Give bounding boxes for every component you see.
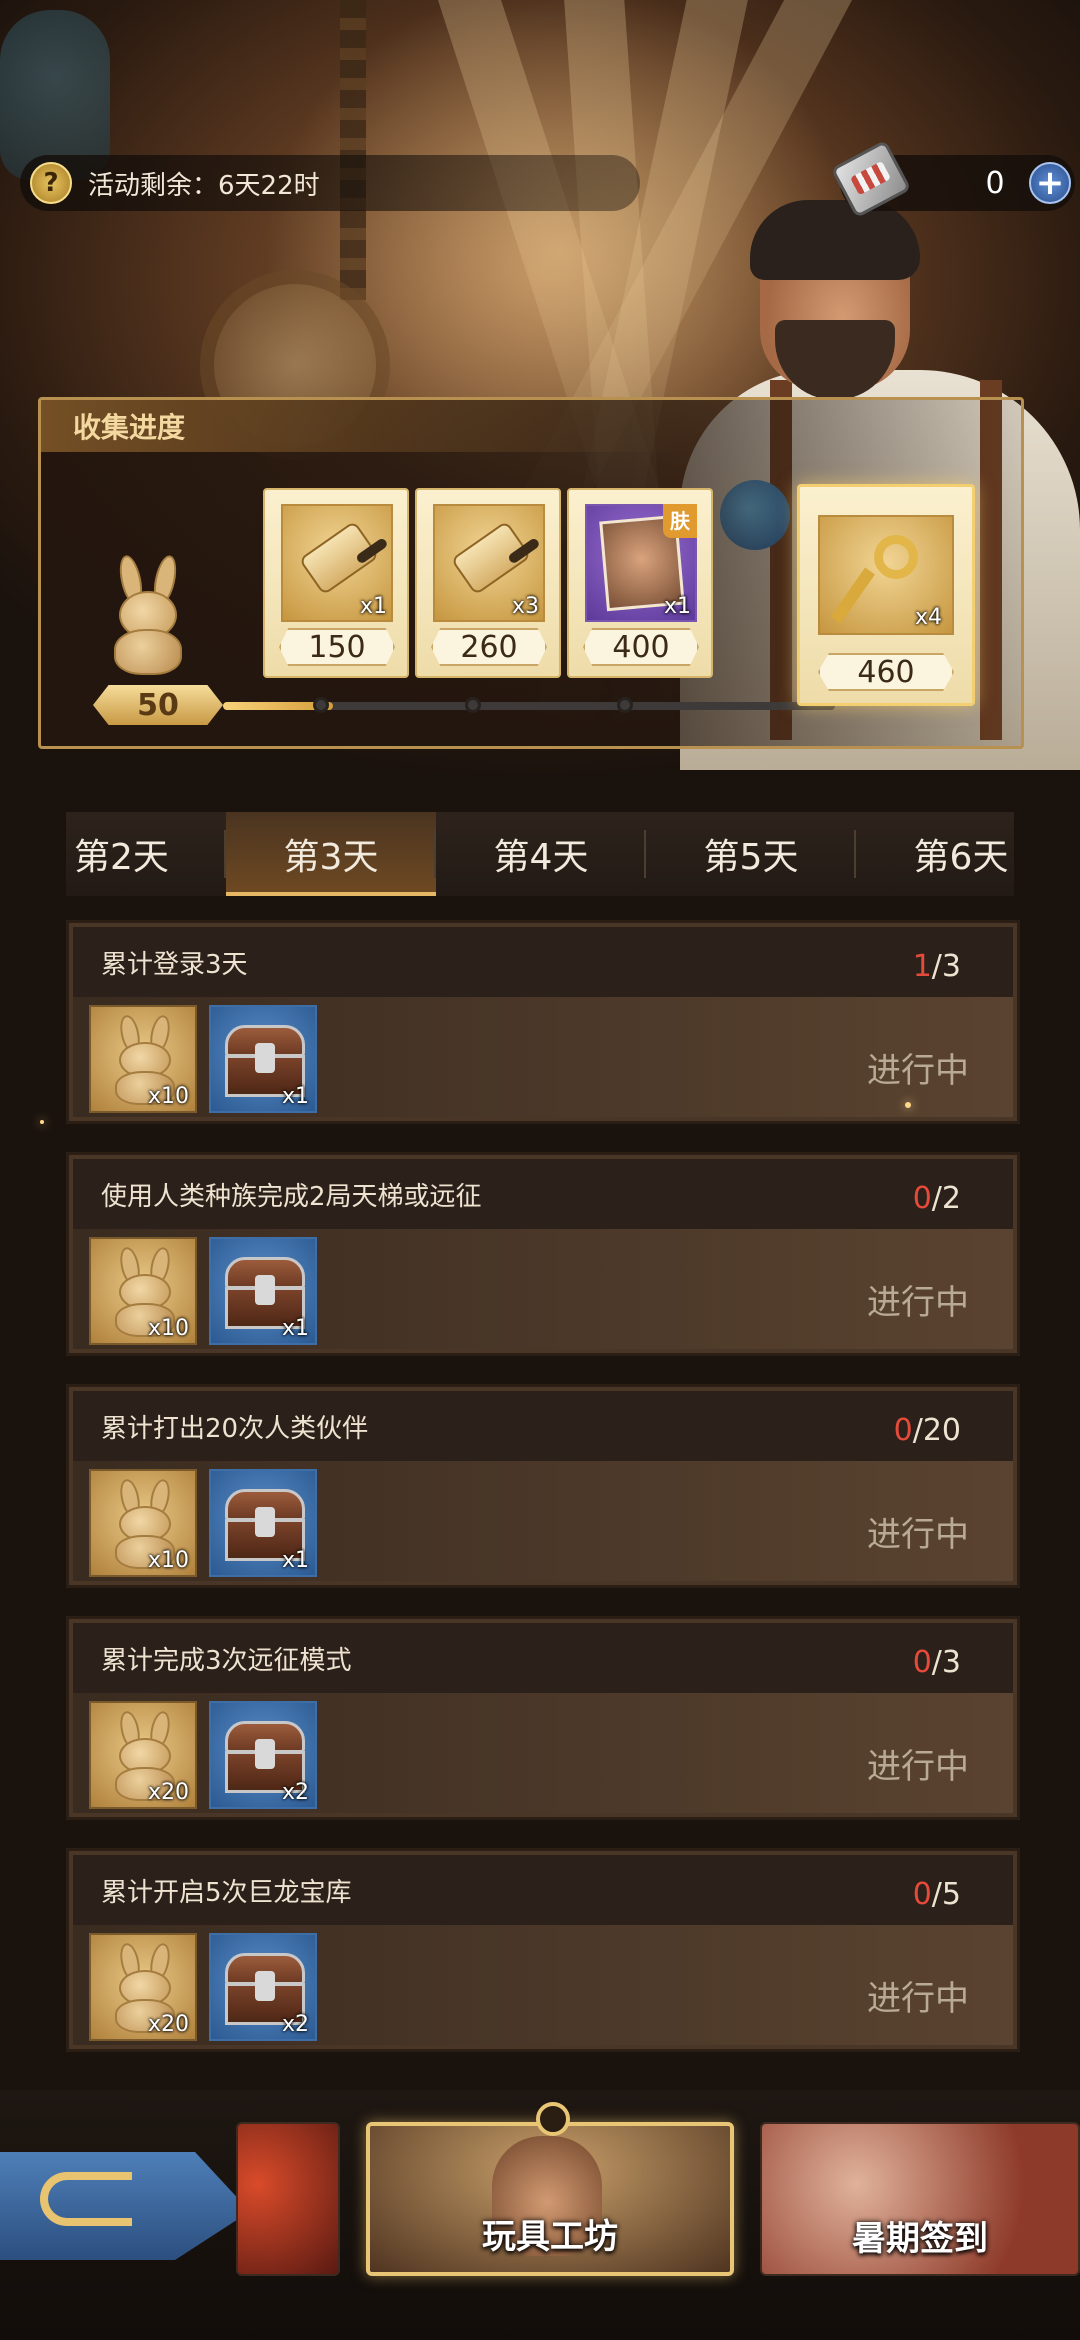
nav-label-summer-checkin: 暑期签到 xyxy=(852,2219,988,2259)
nav-card-previous-event[interactable] xyxy=(236,2122,340,2276)
task-title: 使用人类种族完成2局天梯或远征 xyxy=(101,1181,482,1212)
task-progress: 0/20 xyxy=(893,1413,961,1448)
golden-key-icon xyxy=(830,535,924,624)
tab-day-3[interactable]: 第3天 xyxy=(226,812,436,896)
reward-chest-item[interactable]: x1 xyxy=(209,1469,317,1577)
scroll-icon xyxy=(450,520,532,596)
collection-title: 收集进度 xyxy=(73,411,186,444)
reward-chest-item[interactable]: x1 xyxy=(209,1237,317,1345)
nav-card-toy-workshop[interactable]: 玩具工坊 xyxy=(366,2122,734,2276)
milestone-dot xyxy=(313,697,329,713)
reward-quantity: x1 xyxy=(663,594,691,619)
sparkle-decoration xyxy=(40,1120,44,1124)
task-progress: 0/5 xyxy=(912,1877,961,1912)
item-count: x2 xyxy=(281,2012,309,2037)
reward-quantity: x4 xyxy=(914,605,942,630)
nav-card-summer-checkin[interactable]: 暑期签到 xyxy=(760,2122,1080,2276)
reward-threshold: 400 xyxy=(583,628,699,666)
reward-rabbit-item[interactable]: x10 xyxy=(89,1469,197,1577)
milestone-dot xyxy=(617,697,633,713)
task-status: 进行中 xyxy=(867,1747,969,1787)
task-title: 累计登录3天 xyxy=(101,949,248,980)
task-progress: 0/2 xyxy=(912,1181,961,1216)
item-count: x10 xyxy=(147,1316,189,1341)
bottom-nav: 玩具工坊 暑期签到 xyxy=(0,2090,1080,2340)
item-count: x10 xyxy=(147,1084,189,1109)
task-title: 累计开启5次巨龙宝库 xyxy=(101,1877,352,1908)
task-item: 使用人类种族完成2局天梯或远征 0/2 x10 x1 进行中 xyxy=(66,1152,1020,1356)
tab-day-4[interactable]: 第4天 xyxy=(436,812,646,896)
collection-progress-bar xyxy=(223,697,835,713)
milestone-reward-460[interactable]: x4 460 xyxy=(797,484,975,706)
task-status: 进行中 xyxy=(867,1283,969,1323)
milestone-dot xyxy=(465,697,481,713)
day-tabs: 第2天 第3天 第4天 第5天 第6天 xyxy=(66,812,1014,896)
reward-rabbit-item[interactable]: x20 xyxy=(89,1933,197,2041)
help-icon[interactable]: ? xyxy=(30,162,72,204)
task-status: 进行中 xyxy=(867,1515,969,1555)
reward-threshold: 260 xyxy=(431,628,547,666)
active-ornament-icon xyxy=(536,2102,570,2136)
back-arrow-icon xyxy=(40,2172,132,2226)
item-count: x1 xyxy=(281,1316,309,1341)
add-ticket-button[interactable]: + xyxy=(1029,162,1071,204)
task-progress: 0/3 xyxy=(912,1645,961,1680)
tab-day-5[interactable]: 第5天 xyxy=(646,812,856,896)
task-item: 累计开启5次巨龙宝库 0/5 x20 x2 进行中 xyxy=(66,1848,1020,2052)
reward-chest-item[interactable]: x2 xyxy=(209,1701,317,1809)
item-count: x20 xyxy=(147,2012,189,2037)
item-count: x10 xyxy=(147,1548,189,1573)
collection-progress-panel: 收集进度 50 x1 150 x3 260 肤 x1 400 x4 460 xyxy=(38,397,1024,749)
back-button[interactable] xyxy=(0,2152,250,2260)
milestone-reward-150[interactable]: x1 150 xyxy=(263,488,409,678)
collected-count-badge: 50 xyxy=(93,685,223,725)
task-item: 累计完成3次远征模式 0/3 x20 x2 进行中 xyxy=(66,1616,1020,1820)
reward-quantity: x1 xyxy=(359,594,387,619)
reward-threshold: 460 xyxy=(818,653,954,691)
collected-count: 50 xyxy=(137,687,179,723)
reward-rabbit-item[interactable]: x10 xyxy=(89,1005,197,1113)
task-status: 进行中 xyxy=(867,1051,969,1091)
task-item: 累计打出20次人类伙伴 0/20 x10 x1 进行中 xyxy=(66,1384,1020,1588)
reward-quantity: x3 xyxy=(511,594,539,619)
reward-rabbit-item[interactable]: x10 xyxy=(89,1237,197,1345)
chain-decoration xyxy=(340,0,366,300)
item-count: x1 xyxy=(281,1548,309,1573)
ticket-currency: 0 + xyxy=(830,139,1075,219)
task-progress: 1/3 xyxy=(912,949,961,984)
task-title: 累计打出20次人类伙伴 xyxy=(101,1413,369,1444)
task-list: 累计登录3天 1/3 x10 x1 进行中 使用人类种族完成2局天梯或远征 0/… xyxy=(66,920,1020,2080)
task-title: 累计完成3次远征模式 xyxy=(101,1645,352,1676)
task-status: 进行中 xyxy=(867,1979,969,2019)
item-count: x2 xyxy=(281,1780,309,1805)
tab-day-6[interactable]: 第6天 xyxy=(856,812,1014,896)
skin-tag: 肤 xyxy=(663,504,697,538)
task-item: 累计登录3天 1/3 x10 x1 进行中 xyxy=(66,920,1020,1124)
toy-rabbit-icon xyxy=(103,553,193,675)
nav-label-toy-workshop: 玩具工坊 xyxy=(482,2217,618,2257)
reward-threshold: 150 xyxy=(279,628,395,666)
item-count: x20 xyxy=(147,1780,189,1805)
sparkle-decoration xyxy=(905,1102,911,1108)
milestone-reward-400[interactable]: 肤 x1 400 xyxy=(567,488,713,678)
reward-rabbit-item[interactable]: x20 xyxy=(89,1701,197,1809)
tab-day-2[interactable]: 第2天 xyxy=(66,812,226,896)
activity-remaining-text: 活动剩余：6天22时 xyxy=(88,170,320,201)
reward-chest-item[interactable]: x1 xyxy=(209,1005,317,1113)
milestone-reward-260[interactable]: x3 260 xyxy=(415,488,561,678)
activity-timer-bar: ? 活动剩余：6天22时 xyxy=(20,155,640,211)
item-count: x1 xyxy=(281,1084,309,1109)
reward-chest-item[interactable]: x2 xyxy=(209,1933,317,2041)
scroll-icon xyxy=(298,520,380,596)
